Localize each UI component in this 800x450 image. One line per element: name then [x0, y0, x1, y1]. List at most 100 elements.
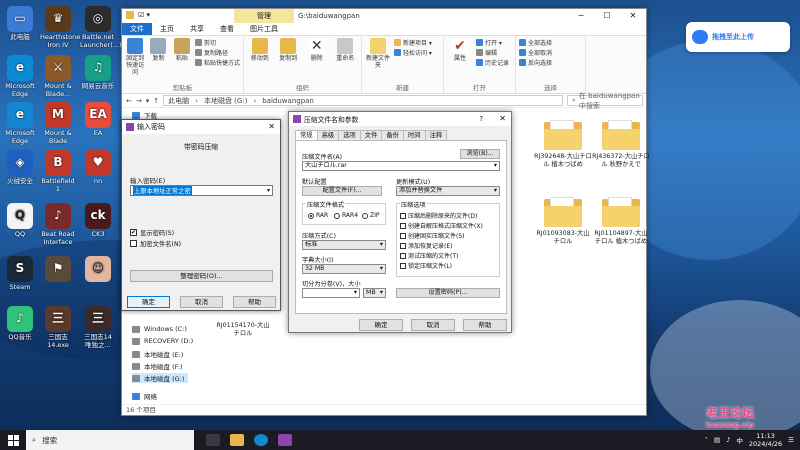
desktop-icon[interactable]: Q QQ: [2, 203, 38, 239]
desktop-icon[interactable]: ⚔ Mount & Blade...: [40, 55, 76, 98]
archive-help-button[interactable]: 帮助: [463, 319, 507, 331]
paste-shortcut-button[interactable]: 粘贴快捷方式: [194, 58, 240, 67]
archive-dialog-titlebar[interactable]: 压缩文件名和参数 ? ✕: [289, 112, 511, 126]
notification-icon[interactable]: ☰: [788, 436, 794, 444]
new-item-button[interactable]: 新建项目 ▾: [394, 38, 432, 47]
close-icon[interactable]: ✕: [268, 120, 275, 134]
upload-widget[interactable]: 拖拽至此上传: [686, 22, 790, 52]
taskbar-search[interactable]: ⌕ 搜索: [26, 430, 194, 450]
desktop-icon[interactable]: ♪ Beat Road Interface: [40, 203, 76, 246]
desktop-icon[interactable]: EA EA: [80, 102, 116, 138]
task-view-icon[interactable]: [206, 434, 220, 446]
nav-item-drive-c[interactable]: Windows (C:): [132, 325, 187, 333]
desktop-icon[interactable]: e Microsoft Edge: [2, 102, 38, 145]
desktop-icon[interactable]: ▭ 此电脑: [2, 6, 38, 42]
select-none-button[interactable]: 全部取消: [519, 48, 552, 57]
close-icon[interactable]: ✕: [499, 112, 506, 126]
cancel-button[interactable]: 取消: [180, 296, 223, 308]
delete-button[interactable]: ✕ 删除: [304, 38, 330, 82]
recent-icon[interactable]: ▾: [146, 97, 150, 105]
history-button[interactable]: 历史记录: [476, 58, 509, 67]
desktop-icon[interactable]: 三三国志14 唯独之...: [80, 306, 116, 349]
split-unit-select[interactable]: MB ▾: [363, 288, 386, 298]
edit-button[interactable]: 编辑: [476, 48, 509, 57]
desktop-icon[interactable]: ♫ 网易云音乐: [80, 55, 116, 91]
solid-checkbox[interactable]: 创建固实压缩文件(S): [400, 231, 465, 240]
manage-passwords-button[interactable]: 整理密码(O)...: [130, 270, 273, 282]
tab-picture-tools[interactable]: 图片工具: [242, 23, 286, 35]
split-volume-input[interactable]: ▾: [302, 288, 360, 298]
show-password-checkbox[interactable]: ✔ 显示密码(S): [130, 228, 174, 237]
set-password-button[interactable]: 设置密码(P)...: [396, 288, 500, 298]
browse-button[interactable]: 浏览(B)...: [460, 149, 500, 159]
chevron-down-icon[interactable]: ▾: [354, 289, 357, 297]
volume-icon[interactable]: ♪: [726, 436, 730, 444]
breadcrumb-this-pc[interactable]: 此电脑: [168, 96, 189, 106]
chevron-down-icon[interactable]: ▾: [267, 186, 270, 196]
edge-taskbar-icon[interactable]: [254, 434, 268, 446]
desktop-icon[interactable]: ♥ nn: [80, 150, 116, 186]
maximize-icon[interactable]: ☐: [594, 9, 620, 23]
chevron-down-icon[interactable]: ▾: [494, 162, 497, 170]
up-icon[interactable]: ↑: [153, 97, 159, 105]
copy-to-button[interactable]: 复制到: [276, 38, 302, 82]
back-icon[interactable]: ←: [126, 97, 132, 105]
new-folder-button[interactable]: 新建文件夹: [365, 38, 391, 82]
desktop-icon[interactable]: e Microsoft Edge: [2, 55, 38, 98]
start-button[interactable]: [0, 430, 26, 450]
invert-selection-button[interactable]: 反向选择: [519, 58, 552, 67]
open-button[interactable]: 打开 ▾: [476, 38, 509, 47]
pin-quick-access-button[interactable]: 固定到快速访问: [125, 38, 145, 82]
breadcrumb-drive-g[interactable]: 本地磁盘 (G:): [204, 96, 247, 106]
ok-button[interactable]: 确定: [127, 296, 170, 308]
archive-ok-button[interactable]: 确定: [359, 319, 403, 331]
breadcrumb-folder[interactable]: baiduwangpan: [262, 97, 314, 105]
desktop-icon[interactable]: ☺: [80, 256, 116, 284]
ime-icon[interactable]: 中: [736, 435, 743, 445]
move-to-button[interactable]: 移动到: [247, 38, 273, 82]
password-dialog-titlebar[interactable]: 输入密码 ✕: [122, 120, 280, 134]
format-rar4-radio[interactable]: RAR4: [334, 212, 358, 219]
sfx-checkbox[interactable]: 创建自解压格式压缩文件(X): [400, 221, 483, 230]
copy-button[interactable]: 复制: [148, 38, 168, 82]
nav-item-drive-e[interactable]: 本地磁盘 (E:): [132, 349, 183, 359]
desktop-icon[interactable]: 三三国志14.exe: [40, 306, 76, 349]
address-bar[interactable]: 此电脑 › 本地磁盘 (G:) › baiduwangpan: [163, 95, 563, 106]
desktop-icon[interactable]: ◈ 火绒安全: [2, 150, 38, 186]
encrypt-filenames-checkbox[interactable]: 加密文件名(N): [130, 239, 181, 248]
chevron-up-icon[interactable]: ˄: [705, 436, 708, 444]
nav-item-drive-f[interactable]: 本地磁盘 (F:): [132, 361, 183, 371]
desktop-icon[interactable]: S Steam: [2, 256, 38, 292]
desktop-icon[interactable]: ♪ QQ音乐: [2, 306, 38, 342]
help-button[interactable]: 帮助: [233, 296, 276, 308]
delete-after-checkbox[interactable]: 压缩后删除原来的文件(D): [400, 211, 477, 220]
network-icon[interactable]: ▤: [714, 436, 720, 444]
file-explorer-taskbar-icon[interactable]: [230, 434, 244, 446]
close-icon[interactable]: ✕: [620, 9, 646, 23]
archive-cancel-button[interactable]: 取消: [411, 319, 455, 331]
profile-button[interactable]: 配置文件(F)...: [302, 186, 382, 196]
clock[interactable]: 11:13 2024/4/26: [749, 432, 782, 448]
archive-name-input[interactable]: 大山チロル.rar ▾: [302, 161, 500, 171]
winrar-taskbar-icon[interactable]: [278, 434, 292, 446]
help-icon[interactable]: ?: [479, 112, 483, 126]
format-zip-radio[interactable]: ZIP: [362, 212, 380, 219]
desktop-icon[interactable]: ♛ Hearthstone Iron IV: [40, 6, 80, 49]
dictionary-select[interactable]: 32 MB ▾: [302, 264, 386, 274]
minimize-icon[interactable]: ─: [568, 9, 594, 23]
nav-item-drive-d[interactable]: RECOVERY (D:): [132, 337, 193, 345]
desktop-icon[interactable]: B Battlefield 1: [40, 150, 76, 193]
context-tab-manage[interactable]: 管理: [234, 9, 294, 23]
recovery-record-checkbox[interactable]: 添加恢复记录(E): [400, 241, 452, 250]
password-input[interactable]: 上原本地址正常之密 ▾: [130, 185, 273, 196]
quick-access-toolbar[interactable]: ☑ ▾: [138, 11, 150, 19]
select-all-button[interactable]: 全部选择: [519, 38, 552, 47]
explorer-titlebar[interactable]: ☑ ▾ 管理 G:\baiduwangpan ─ ☐ ✕: [122, 9, 646, 23]
test-archive-checkbox[interactable]: 测试压缩的文件(T): [400, 251, 458, 260]
properties-button[interactable]: ✔ 属性: [447, 38, 473, 82]
forward-icon[interactable]: →: [136, 97, 142, 105]
desktop-icon[interactable]: ◎ Battle.net Launcher(...): [80, 6, 121, 49]
easy-access-button[interactable]: 轻松访问 ▾: [394, 48, 432, 57]
folder-item[interactable]: RJ392648-大山チロル 植木つばめ: [534, 120, 592, 168]
folder-item[interactable]: RJ01104897-大山チロル 植木つばめ: [592, 197, 650, 245]
